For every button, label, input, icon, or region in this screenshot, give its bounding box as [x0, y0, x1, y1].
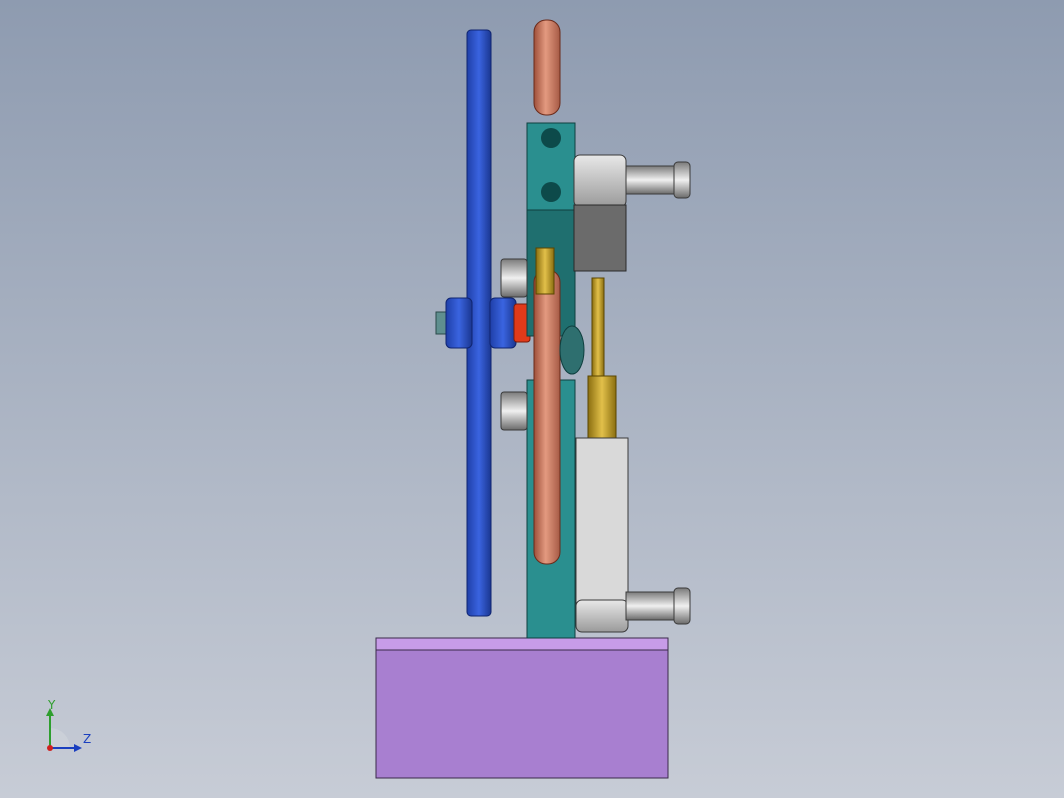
cylinder-block-upper[interactable] — [573, 154, 627, 272]
screw-upper[interactable] — [625, 161, 691, 199]
screw-lower[interactable] — [625, 587, 691, 625]
cylinder-block-lower[interactable] — [575, 437, 629, 633]
hex-nut-lower[interactable] — [500, 391, 528, 431]
crank-disk[interactable] — [559, 325, 585, 375]
axis-y-label: Y — [48, 698, 56, 712]
hex-nut-upper[interactable] — [500, 258, 528, 298]
3d-model-viewport[interactable] — [0, 0, 1064, 798]
view-triad-icon: Y Z — [40, 698, 100, 760]
axis-z-label: Z — [83, 732, 92, 746]
base-block[interactable] — [375, 637, 669, 779]
